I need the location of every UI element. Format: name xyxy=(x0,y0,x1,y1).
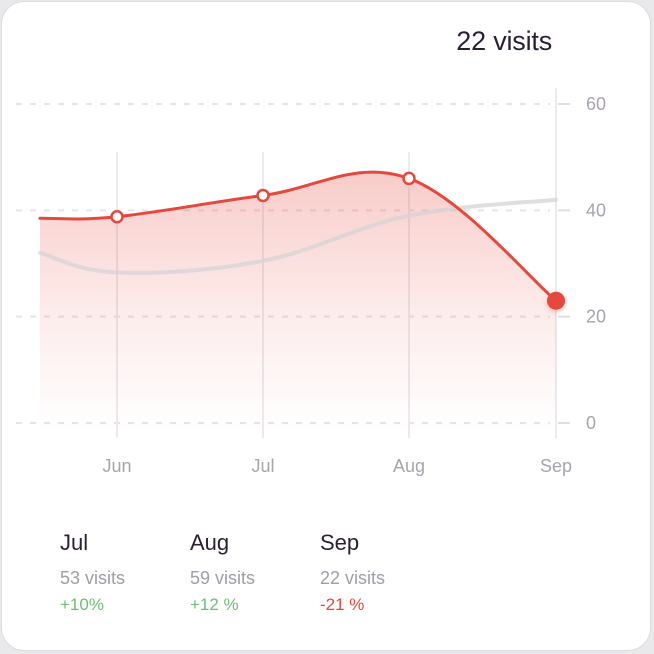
stat-jul: Jul 53 visits +10% xyxy=(60,530,125,615)
y-tick-label: 20 xyxy=(586,307,606,327)
visits-card: 22 visits 60 40 20 0 Jun Jul Aug Sep Jul 53 vis… xyxy=(2,2,650,650)
stat-visits-count: 22 visits xyxy=(320,568,386,588)
y-tick-label: 0 xyxy=(586,413,596,433)
x-tick-label: Jul xyxy=(251,456,274,476)
y-tick-label: 60 xyxy=(586,94,606,114)
stat-month-label: Sep xyxy=(320,530,360,555)
x-tick-label: Sep xyxy=(540,456,572,476)
stat-change-percent: +10% xyxy=(60,595,104,614)
data-point xyxy=(256,188,270,203)
stat-change-percent: +12 % xyxy=(190,595,239,614)
data-point xyxy=(110,209,124,224)
stat-month-label: Aug xyxy=(190,530,230,555)
highlight-point xyxy=(547,291,565,310)
stat-change-percent: -21 % xyxy=(320,595,365,614)
monthly-stats: Jul 53 visits +10% Aug 59 visits +12 % S… xyxy=(2,530,650,630)
x-tick-label: Aug xyxy=(393,456,425,476)
y-tick-label: 40 xyxy=(586,200,606,220)
visits-line-chart: 60 40 20 0 Jun Jul Aug Sep xyxy=(16,88,606,476)
data-point xyxy=(402,171,416,186)
stat-aug: Aug 59 visits +12 % xyxy=(190,530,255,615)
stat-visits-count: 53 visits xyxy=(60,568,126,588)
stat-visits-count: 59 visits xyxy=(190,568,256,588)
stat-month-label: Jul xyxy=(60,530,89,555)
stat-sep: Sep 22 visits -21 % xyxy=(320,530,385,615)
x-tick-label: Jun xyxy=(102,456,131,476)
